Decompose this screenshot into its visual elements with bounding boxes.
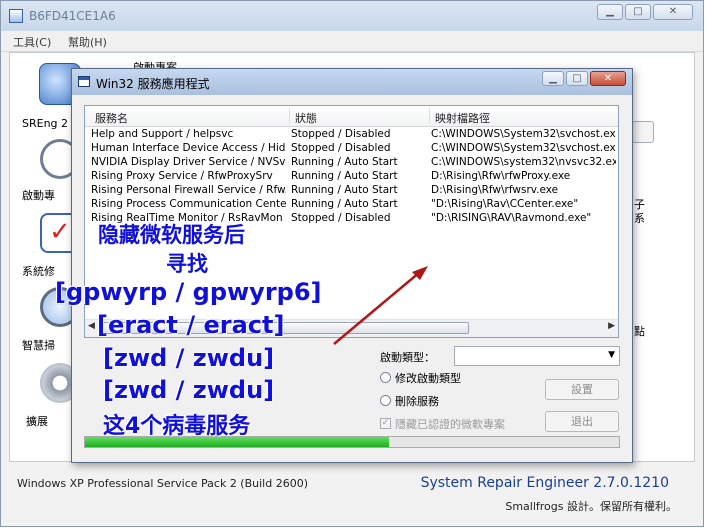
chevron-down-icon: ▼: [608, 350, 615, 360]
right-edge-text-3: 點: [634, 325, 645, 338]
service-name-cell: Rising Personal Firewall Service / Rfw..…: [91, 184, 286, 196]
column-header-path[interactable]: 映射檔路徑: [435, 110, 490, 126]
service-path-cell: D:\Rising\Rfw\rfwProxy.exe: [431, 170, 571, 182]
annotation-arrow: [333, 266, 428, 345]
main-title-bar[interactable]: B6FD41CE1A6 ▁ □ ✕: [1, 1, 703, 31]
right-edge-text-2: 系: [634, 212, 645, 225]
service-status-cell: Running / Auto Start: [291, 170, 398, 182]
table-row[interactable]: Rising Personal Firewall Service / Rfw..…: [85, 184, 618, 198]
radio-change-startup-label: 修改啟動類型: [395, 372, 461, 385]
exit-button[interactable]: 退出: [545, 411, 619, 432]
service-path-cell: "D:\Rising\Rav\CCenter.exe": [431, 198, 579, 210]
annotation-line-7: 这4个病毒服务: [103, 414, 251, 439]
table-row[interactable]: Human Interface Device Access / Hid... St…: [85, 142, 618, 156]
service-path-cell: C:\WINDOWS\System32\svchost.exe: [431, 128, 616, 140]
sidebar-label: SREng 2: [22, 117, 69, 130]
sidebar-label: 啟動專: [22, 189, 55, 202]
window-icon: [78, 76, 90, 87]
column-header-status[interactable]: 狀態: [295, 110, 317, 126]
service-status-cell: Stopped / Disabled: [291, 142, 391, 154]
service-name-cell: Human Interface Device Access / Hid...: [91, 142, 286, 154]
set-button[interactable]: 設置: [545, 379, 619, 400]
radio-delete-service-label: 刪除服務: [395, 395, 439, 408]
status-bar: Windows XP Professional Service Pack 2 (…: [9, 469, 695, 521]
column-header-name[interactable]: 服務名: [95, 110, 128, 126]
scroll-right-icon[interactable]: ▶: [608, 321, 615, 331]
sidebar-label: 系統修: [22, 265, 55, 278]
annotation-line-1: 隐藏微软服务后: [98, 223, 245, 247]
close-button[interactable]: ✕: [653, 4, 693, 20]
radio-delete-service[interactable]: [380, 395, 391, 406]
dialog-title-bar[interactable]: Win32 服務應用程式 ▁ □ ✕: [72, 69, 632, 95]
service-status-cell: Stopped / Disabled: [291, 128, 391, 140]
service-name-cell: NVIDIA Display Driver Service / NVSvc: [91, 156, 286, 168]
menu-tools[interactable]: 工具(C): [13, 34, 51, 50]
service-name-cell: Rising Proxy Service / RfwProxySrv: [91, 170, 273, 182]
service-name-cell: Help and Support / helpsvc: [91, 128, 234, 140]
annotation-line-4: [eract / eract]: [97, 311, 285, 339]
table-row[interactable]: Rising Proxy Service / RfwProxySrv Runnin…: [85, 170, 618, 184]
sidebar-label: 擴展: [26, 415, 48, 428]
table-row[interactable]: Help and Support / helpsvc Stopped / Disa…: [85, 128, 618, 142]
radio-change-startup[interactable]: [380, 372, 391, 383]
background-button-edge: [632, 121, 654, 143]
sidebar-label: 智慧掃: [22, 339, 55, 352]
os-info: Windows XP Professional Service Pack 2 (…: [17, 477, 308, 490]
dialog-maximize-button[interactable]: □: [566, 71, 588, 86]
dialog-close-button[interactable]: ✕: [590, 71, 626, 86]
service-path-cell: C:\WINDOWS\System32\svchost.exe: [431, 142, 616, 154]
table-row[interactable]: Rising Process Communication Center... Ru…: [85, 198, 618, 212]
table-row[interactable]: NVIDIA Display Driver Service / NVSvc Run…: [85, 156, 618, 170]
dialog-minimize-button[interactable]: ▁: [542, 71, 564, 86]
main-window-title: B6FD41CE1A6: [29, 9, 116, 23]
service-path-cell: D:\Rising\Rfw\rfwsrv.exe: [431, 184, 559, 196]
service-status-cell: Running / Auto Start: [291, 198, 398, 210]
version-text: System Repair Engineer 2.7.0.1210: [420, 475, 669, 491]
service-path-cell: "D:\RISING\RAV\Ravmond.exe": [431, 212, 592, 224]
service-status-cell: Running / Auto Start: [291, 184, 398, 196]
annotation-line-6: [zwd / zwdu]: [103, 376, 275, 404]
scroll-left-icon[interactable]: ◀: [88, 321, 95, 331]
arrow-line: [333, 271, 421, 345]
minimize-button[interactable]: ▁: [597, 4, 623, 20]
service-name-cell: Rising Process Communication Center...: [91, 198, 286, 210]
maximize-button[interactable]: □: [625, 4, 651, 20]
dialog-title: Win32 服務應用程式: [96, 77, 210, 91]
service-status-cell: Running / Auto Start: [291, 156, 398, 168]
hide-microsoft-checkbox[interactable]: ✓: [380, 418, 391, 429]
service-status-cell: Stopped / Disabled: [291, 212, 391, 224]
menu-bar: 工具(C) 幫助(H): [1, 31, 703, 52]
service-path-cell: C:\WINDOWS\system32\nvsvc32.exe: [431, 156, 616, 168]
startup-type-label: 啟動類型：: [380, 351, 435, 364]
list-header: 服務名 狀態 映射檔路徑: [85, 106, 618, 127]
annotation-line-5: [zwd / zwdu]: [103, 344, 275, 372]
copyright-text: Smallfrogs 設計。保留所有權利。: [505, 500, 677, 513]
annotation-line-3: [gpwyrp / gpwyrp6]: [55, 278, 322, 306]
startup-type-select[interactable]: ▼: [454, 346, 620, 366]
app-icon: [9, 9, 23, 23]
menu-help[interactable]: 幫助(H): [68, 34, 107, 50]
hide-microsoft-label: 隱藏已認證的微軟專案: [395, 418, 505, 431]
annotation-line-2: 寻找: [166, 252, 208, 276]
